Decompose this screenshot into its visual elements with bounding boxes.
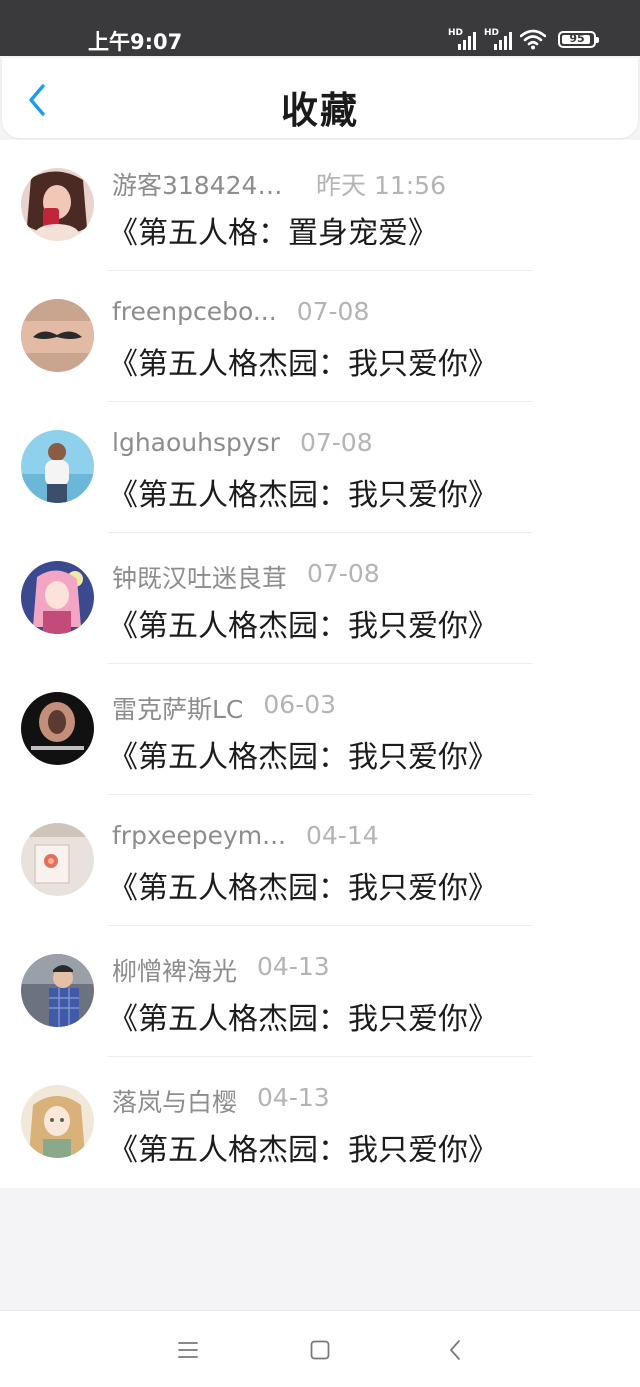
avatar[interactable] <box>21 1085 94 1158</box>
dark-hands-avatar <box>21 692 94 765</box>
item-username[interactable]: frpxeepeym... <box>112 821 286 850</box>
item-date: 07-08 <box>296 297 370 326</box>
menu-button[interactable] <box>173 1335 203 1365</box>
item-date: 07-08 <box>307 559 380 588</box>
item-meta: lghaouhspysr 07-08 <box>112 428 373 457</box>
avatar[interactable] <box>21 299 94 372</box>
item-meta: 钟既汉吐迷良茸 07-08 <box>112 559 380 595</box>
avatar[interactable] <box>21 561 94 634</box>
favorite-item[interactable]: frpxeepeym... 04-14 《第五人格杰园：我只爱你》 <box>0 795 640 926</box>
item-date: 04-13 <box>257 1083 330 1112</box>
favorite-item[interactable]: 雷克萨斯LC 06-03 《第五人格杰园：我只爱你》 <box>0 664 640 795</box>
avatar[interactable] <box>21 430 94 503</box>
battery-percent: 95 <box>569 32 585 45</box>
home-button[interactable] <box>305 1335 335 1365</box>
item-title[interactable]: 《第五人格杰园：我只爱你》 <box>108 1125 498 1169</box>
back-nav-button[interactable] <box>440 1335 470 1365</box>
signal-icon: HD <box>484 28 512 50</box>
status-icons: HD HD 95 <box>448 24 599 50</box>
item-meta: 柳憎裨海光 04-13 <box>112 952 330 988</box>
item-username[interactable]: lghaouhspysr <box>112 428 280 457</box>
favorite-item[interactable]: 落岚与白樱 04-13 《第五人格杰园：我只爱你》 <box>0 1057 640 1188</box>
item-username[interactable]: 游客318424214 <box>112 166 296 202</box>
favorites-list: 游客318424214 昨天 11:56 《第五人格：置身宠爱》 freenpc… <box>0 140 640 1188</box>
battery-icon: 95 <box>558 31 599 48</box>
screen: 上午9:07 HD HD 95 收藏 游客318424214 昨天 11:56 … <box>0 0 640 1387</box>
item-meta: 雷克萨斯LC 06-03 <box>112 690 336 726</box>
item-meta: frpxeepeym... 04-14 <box>112 821 379 850</box>
anime-girl-blonde-avatar <box>21 1085 94 1158</box>
item-date: 04-14 <box>305 821 379 850</box>
avatar[interactable] <box>21 168 94 241</box>
man-beach-avatar <box>21 430 94 503</box>
item-date: 04-13 <box>257 952 330 981</box>
item-title[interactable]: 《第五人格杰园：我只爱你》 <box>108 863 498 907</box>
girl-phone-avatar <box>21 168 94 241</box>
page-title: 收藏 <box>281 89 359 132</box>
status-time: 上午9:07 <box>88 30 183 54</box>
favorite-item[interactable]: freenpcebo... 07-08 《第五人格杰园：我只爱你》 <box>0 271 640 402</box>
gift-box-avatar <box>21 823 94 896</box>
signal-icon: HD <box>448 28 476 50</box>
home-square-icon <box>310 1340 330 1360</box>
item-username[interactable]: freenpcebo... <box>112 297 277 326</box>
status-bar: 上午9:07 HD HD 95 <box>0 0 640 56</box>
item-title[interactable]: 《第五人格杰园：我只爱你》 <box>108 601 498 645</box>
item-title[interactable]: 《第五人格杰园：我只爱你》 <box>108 732 498 776</box>
favorite-item[interactable]: lghaouhspysr 07-08 《第五人格杰园：我只爱你》 <box>0 402 640 533</box>
item-title[interactable]: 《第五人格：置身宠爱》 <box>108 208 438 252</box>
item-username[interactable]: 落岚与白樱 <box>112 1083 237 1119</box>
back-triangle-icon <box>450 1340 460 1360</box>
navigation-bar <box>0 1310 640 1387</box>
avatar[interactable] <box>21 692 94 765</box>
man-plaid-avatar <box>21 954 94 1027</box>
item-meta: freenpcebo... 07-08 <box>112 297 369 326</box>
item-username[interactable]: 雷克萨斯LC <box>112 690 243 726</box>
favorite-item[interactable]: 游客318424214 昨天 11:56 《第五人格：置身宠爱》 <box>0 140 640 271</box>
item-meta: 落岚与白樱 04-13 <box>112 1083 330 1119</box>
anime-girl-pink-avatar <box>21 561 94 634</box>
avatar[interactable] <box>21 823 94 896</box>
item-username[interactable]: 柳憎裨海光 <box>112 952 237 988</box>
item-title[interactable]: 《第五人格杰园：我只爱你》 <box>108 470 498 514</box>
item-date: 07-08 <box>299 428 373 457</box>
menu-icon <box>178 1342 198 1358</box>
item-username[interactable]: 钟既汉吐迷良茸 <box>112 559 287 595</box>
item-title[interactable]: 《第五人格杰园：我只爱你》 <box>108 994 498 1038</box>
item-date: 昨天 11:56 <box>316 171 446 200</box>
favorite-item[interactable]: 柳憎裨海光 04-13 《第五人格杰园：我只爱你》 <box>0 926 640 1057</box>
avatar[interactable] <box>21 954 94 1027</box>
item-date: 06-03 <box>263 690 337 719</box>
mustache-finger-avatar <box>21 299 94 372</box>
item-title[interactable]: 《第五人格杰园：我只爱你》 <box>108 339 498 383</box>
item-meta: 游客318424214 昨天 11:56 <box>112 166 446 202</box>
wifi-icon <box>520 29 546 50</box>
header: 收藏 <box>2 58 638 138</box>
favorite-item[interactable]: 钟既汉吐迷良茸 07-08 《第五人格杰园：我只爱你》 <box>0 533 640 664</box>
